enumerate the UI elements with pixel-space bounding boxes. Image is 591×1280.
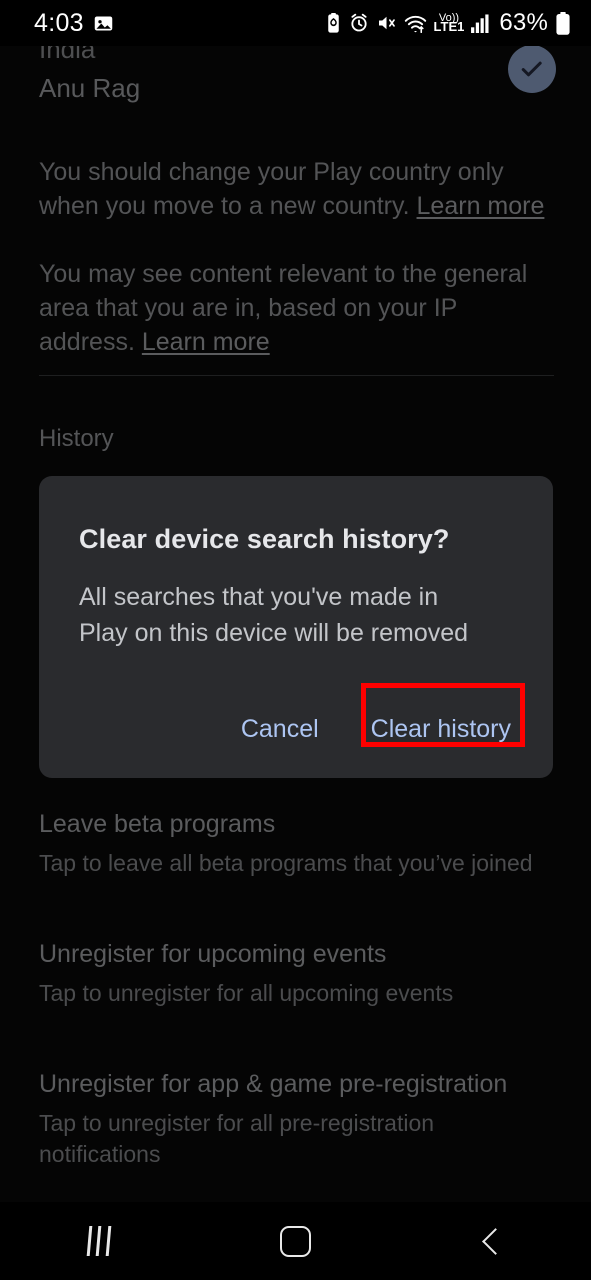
clear-history-button[interactable]: Clear history bbox=[357, 705, 525, 754]
check-circle-icon bbox=[508, 45, 556, 93]
account-name: Anu Rag bbox=[39, 73, 141, 103]
dialog-actions: Cancel Clear history bbox=[227, 705, 525, 754]
status-bar-right: Vo)) LTE1 63% bbox=[325, 9, 571, 37]
signal-bars-icon bbox=[471, 13, 492, 33]
volte-lte-icon: Vo)) LTE1 bbox=[433, 12, 465, 35]
home-button[interactable] bbox=[236, 1202, 356, 1280]
recents-icon bbox=[86, 1226, 111, 1256]
list-item-unregister-pre-registration[interactable]: Unregister for app & game pre-registrati… bbox=[39, 1068, 559, 1170]
ip-content-info: You may see content relevant to the gene… bbox=[39, 257, 554, 359]
status-bar-clock: 4:03 bbox=[34, 8, 84, 37]
list-item-leave-beta-programs[interactable]: Leave beta programs Tap to leave all bet… bbox=[39, 808, 559, 879]
cancel-button[interactable]: Cancel bbox=[227, 705, 333, 754]
wifi-icon bbox=[404, 13, 427, 34]
list-item-subtitle: Tap to unregister for all pre-registrati… bbox=[39, 1110, 435, 1167]
list-item-subtitle: Tap to leave all beta programs that you’… bbox=[39, 850, 533, 876]
dialog-title: Clear device search history? bbox=[79, 524, 450, 554]
list-item-title: Unregister for upcoming events bbox=[39, 940, 387, 968]
learn-more-link-2[interactable]: Learn more bbox=[142, 328, 270, 356]
ip-content-info-text: You may see content relevant to the gene… bbox=[39, 260, 528, 356]
image-icon bbox=[93, 13, 114, 34]
dialog-body: All searches that you've made in Play on… bbox=[79, 583, 469, 647]
alarm-icon bbox=[349, 13, 369, 33]
battery-percent-label: 63% bbox=[499, 9, 548, 36]
phone-screen: India Anu Rag You should change your Pla… bbox=[0, 0, 591, 1280]
system-navigation-bar bbox=[0, 1202, 591, 1280]
list-item-title: Leave beta programs bbox=[39, 810, 276, 838]
section-divider bbox=[39, 375, 554, 376]
status-bar: 4:03 Vo)) LTE1 63% bbox=[0, 0, 591, 46]
recents-button[interactable] bbox=[39, 1202, 159, 1280]
lte-label: LTE1 bbox=[433, 19, 465, 35]
list-item-title: Unregister for app & game pre-registrati… bbox=[39, 1070, 508, 1098]
list-item-subtitle: Tap to unregister for all upcoming event… bbox=[39, 980, 454, 1006]
battery-saver-icon bbox=[325, 12, 342, 34]
mute-icon bbox=[376, 13, 397, 33]
home-icon bbox=[280, 1225, 311, 1257]
back-button[interactable] bbox=[433, 1202, 553, 1280]
back-chevron-icon bbox=[482, 1227, 509, 1255]
section-header-history: History bbox=[39, 425, 114, 452]
list-item-unregister-upcoming-events[interactable]: Unregister for upcoming events Tap to un… bbox=[39, 938, 559, 1009]
country-change-info: You should change your Play country only… bbox=[39, 155, 554, 223]
battery-icon bbox=[555, 11, 571, 35]
status-bar-left: 4:03 bbox=[34, 9, 114, 38]
learn-more-link-1[interactable]: Learn more bbox=[417, 192, 545, 220]
clear-search-history-dialog: Clear device search history? All searche… bbox=[39, 476, 553, 778]
